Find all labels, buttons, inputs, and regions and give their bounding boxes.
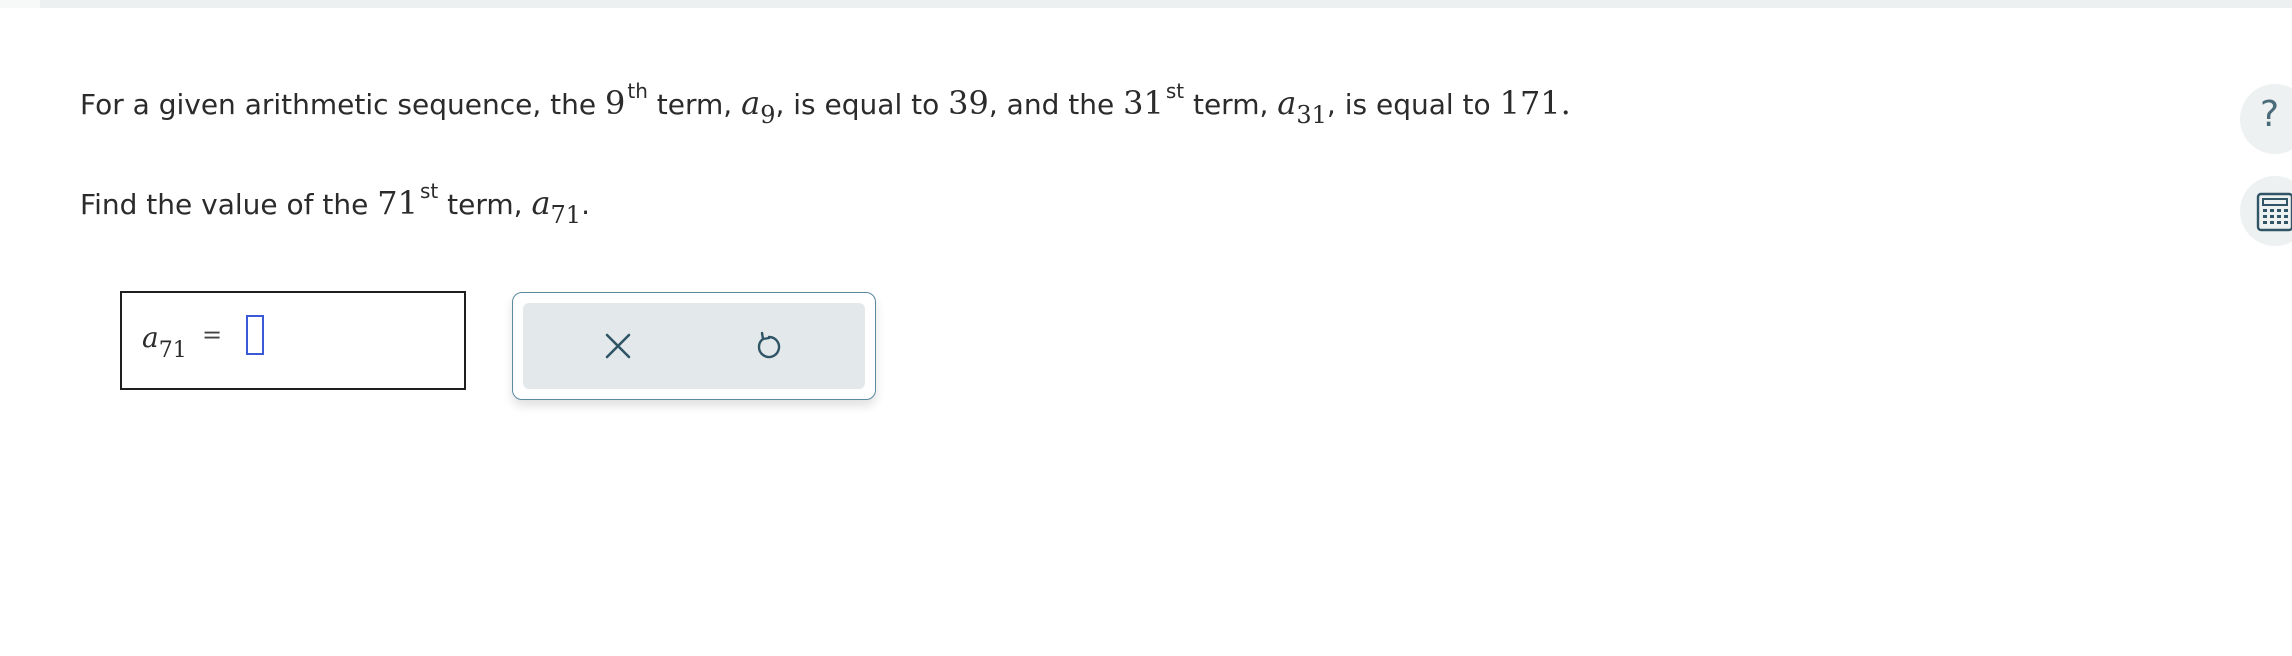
- ordinal-superscript: st: [1165, 79, 1185, 103]
- text-segment: Find the value of the: [80, 188, 378, 221]
- ordinal-superscript: th: [627, 79, 648, 103]
- ordinal-superscript: st: [419, 179, 439, 203]
- math-subscript: 31: [1296, 101, 1327, 129]
- text-segment: , and the: [988, 88, 1124, 121]
- text-segment: .: [1560, 84, 1571, 122]
- top-strip-notch: [0, 0, 40, 8]
- top-strip: [0, 0, 2292, 8]
- answer-box: a71 =: [120, 291, 466, 390]
- math-number: 39: [948, 84, 989, 122]
- math-subscript: 71: [158, 338, 187, 363]
- answer-input[interactable]: [246, 315, 264, 355]
- question-line: Find the value of the 71st term, a71.: [80, 179, 590, 229]
- help-button[interactable]: ?: [2240, 84, 2292, 154]
- math-variable: a: [531, 184, 551, 222]
- math-subscript: 9: [760, 101, 776, 129]
- problem-statement-line: For a given arithmetic sequence, the 9th…: [80, 79, 1571, 129]
- text-segment: term,: [647, 88, 742, 121]
- text-segment: For a given arithmetic sequence, the: [80, 88, 606, 121]
- text-segment: .: [581, 188, 590, 221]
- math-number: 171: [1499, 84, 1561, 122]
- answer-tools-panel: [512, 292, 876, 400]
- math-variable: a: [142, 321, 159, 354]
- text-segment: term,: [438, 188, 532, 221]
- equals-sign: =: [202, 321, 223, 349]
- undo-icon: [757, 331, 781, 359]
- text-segment: , is equal to: [775, 88, 949, 121]
- undo-button[interactable]: [744, 321, 794, 371]
- text-segment: term,: [1184, 88, 1278, 121]
- math-variable: a: [1277, 84, 1297, 122]
- answer-tools-bar: [523, 303, 865, 389]
- close-icon: [605, 333, 631, 359]
- calculator-icon: [2256, 192, 2292, 232]
- calculator-button[interactable]: [2240, 176, 2292, 246]
- answer-variable: a71: [142, 321, 187, 363]
- math-number: 31: [1123, 84, 1164, 122]
- math-variable: a: [741, 84, 761, 122]
- math-subscript: 71: [550, 201, 582, 229]
- clear-button[interactable]: [593, 321, 643, 371]
- text-segment: , is equal to: [1326, 88, 1500, 121]
- math-number: 9: [605, 84, 626, 122]
- help-icon: ?: [2260, 94, 2280, 135]
- math-number: 71: [377, 184, 418, 222]
